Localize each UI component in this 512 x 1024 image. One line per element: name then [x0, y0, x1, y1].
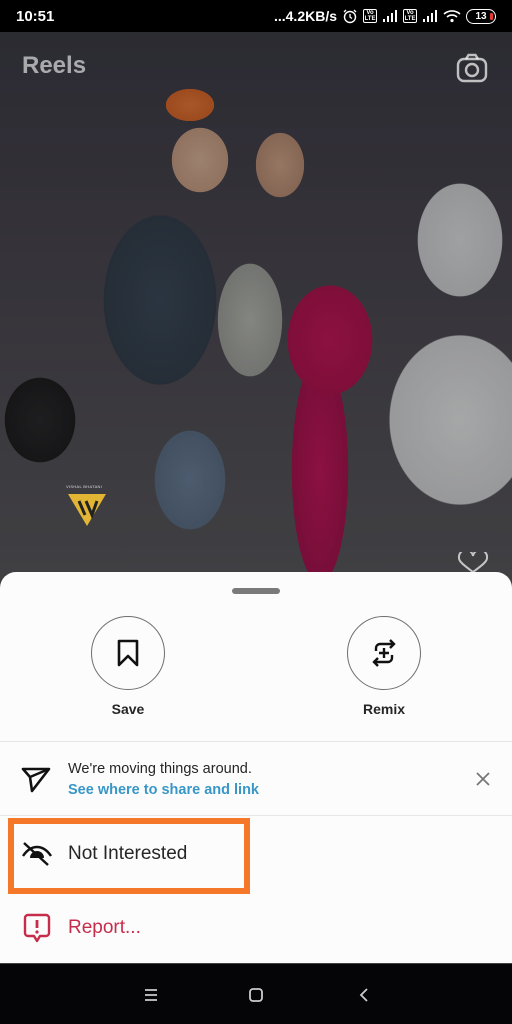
recent-apps-button[interactable] [138, 982, 164, 1008]
volte-icon-2: Vo LTE [403, 9, 417, 23]
save-button[interactable]: Save [83, 616, 173, 717]
home-button[interactable] [243, 982, 269, 1008]
status-time: 10:51 [16, 7, 55, 25]
menu-icon [145, 989, 157, 1001]
watermark-text: VISHAL BHATANI [66, 484, 103, 489]
remix-button[interactable]: Remix [339, 616, 429, 717]
camera-button[interactable] [455, 52, 489, 84]
remix-label: Remix [362, 701, 406, 717]
report-icon [20, 913, 54, 943]
divider-2 [0, 815, 512, 816]
close-notice-button[interactable] [474, 770, 492, 788]
report-label: Report... [68, 917, 141, 938]
share-link[interactable]: See where to share and link [68, 782, 259, 798]
signal-icon [382, 9, 398, 23]
back-icon [359, 988, 368, 1002]
divider [0, 741, 512, 742]
bookmark-icon [117, 639, 139, 667]
like-button[interactable] [456, 548, 490, 574]
bottom-sheet: Save Remix We're moving things around. S… [0, 572, 512, 963]
volte-icon: Vo LTE [363, 9, 377, 23]
save-circle[interactable] [91, 616, 165, 690]
network-speed: ...4.2KB/s [273, 8, 337, 24]
send-icon [20, 765, 52, 793]
report-item[interactable]: Report... [0, 898, 512, 958]
remix-circle[interactable] [347, 616, 421, 690]
wifi-icon [443, 9, 461, 23]
remix-icon [372, 639, 396, 667]
camera-icon [456, 53, 488, 83]
page-title: Reels [22, 52, 87, 79]
battery-icon: 13 [466, 8, 496, 24]
battery-level: 13 [475, 10, 487, 22]
signal-icon-2 [422, 9, 438, 23]
status-icons: ...4.2KB/s Vo LTE Vo LTE 13 [274, 8, 496, 24]
share-notice: We're moving things around. See where to… [0, 743, 512, 815]
highlight-box [8, 818, 250, 894]
close-icon [476, 772, 490, 786]
alarm-icon [342, 8, 358, 24]
back-button[interactable] [351, 982, 377, 1008]
home-icon [249, 988, 263, 1002]
status-bar: 10:51 ...4.2KB/s Vo LTE Vo LTE 13 [0, 0, 512, 32]
watermark-logo [64, 484, 110, 530]
heart-icon [457, 548, 489, 574]
notice-title: We're moving things around. [68, 761, 252, 777]
drag-handle[interactable] [232, 588, 280, 594]
navigation-bar [0, 963, 512, 1024]
save-label: Save [111, 701, 145, 717]
